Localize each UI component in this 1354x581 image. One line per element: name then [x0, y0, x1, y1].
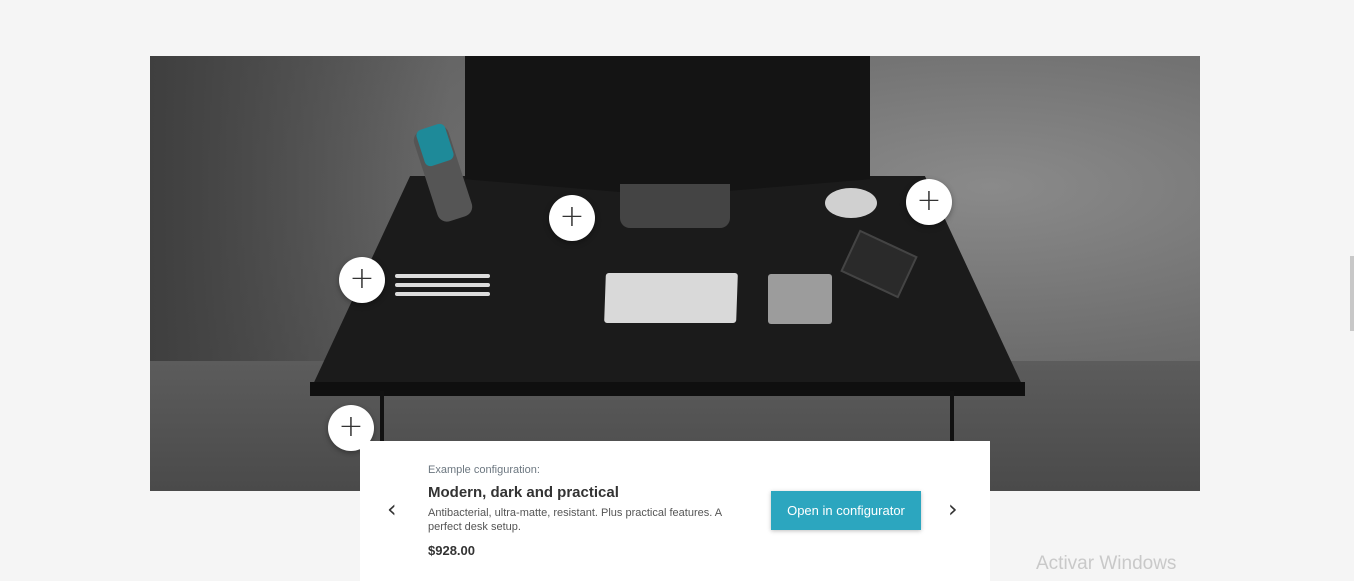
open-configurator-button[interactable]: Open in configurator: [771, 491, 921, 530]
monitor: [465, 56, 870, 196]
cable-tray-stripes: [395, 274, 490, 301]
chevron-right-icon[interactable]: ›: [948, 495, 958, 523]
hotspot-button-monitor[interactable]: +: [549, 195, 595, 241]
trackpad: [768, 274, 832, 324]
card-eyebrow: Example configuration:: [428, 464, 540, 476]
monitor-stand: [620, 184, 730, 228]
plus-icon: +: [559, 198, 585, 234]
configuration-card: ‹ Example configuration: Modern, dark an…: [360, 441, 990, 581]
card-price: $928.00: [428, 543, 475, 558]
hero-image: [150, 56, 1200, 491]
card-description: Antibacterial, ultra-matte, resistant. P…: [428, 507, 722, 533]
activation-watermark: Activar Windows: [1036, 553, 1177, 574]
card-title: Modern, dark and practical: [428, 484, 619, 501]
plus-icon: +: [338, 408, 364, 444]
desk-edge: [310, 382, 1025, 396]
page-scrollbar[interactable]: [1350, 256, 1354, 331]
hotspot-button-tray[interactable]: +: [339, 257, 385, 303]
hotspot-button-accessories[interactable]: +: [906, 179, 952, 225]
plus-icon: +: [916, 182, 942, 218]
speaker: [825, 188, 877, 218]
keyboard: [604, 273, 738, 323]
chevron-left-icon[interactable]: ‹: [387, 495, 397, 523]
plus-icon: +: [349, 260, 375, 296]
